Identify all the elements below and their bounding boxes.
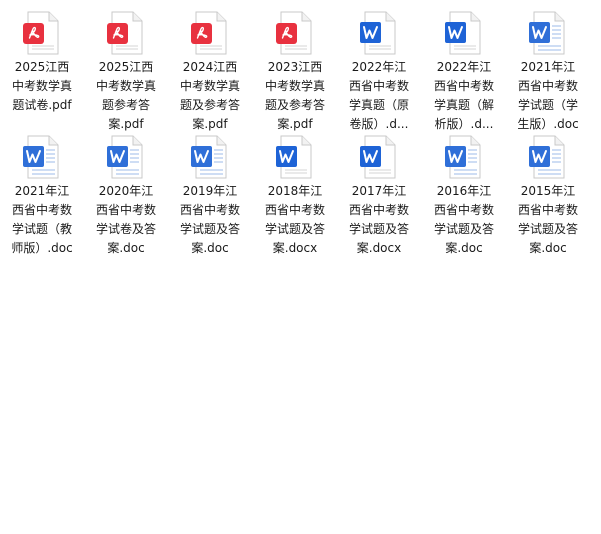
file-name-line: 案.doc: [445, 241, 483, 255]
word-file-icon: [337, 134, 421, 180]
file-name-line: 学真题（原: [348, 98, 409, 112]
file-name-line: 西省中考数: [433, 79, 494, 93]
file-name-line: 案.pdf: [108, 117, 144, 131]
file-item[interactable]: 2022年江 西省中考数学真题（原卷版）.d...: [337, 10, 421, 134]
file-item[interactable]: 2024江西 中考数学真题及参考答案.pdf: [168, 10, 252, 134]
file-name-line: 中考数学真: [95, 79, 156, 93]
pdf-file-icon: [0, 10, 84, 56]
file-name-line: 西省中考数: [95, 203, 156, 217]
file-name-line: 学试题及答: [179, 222, 240, 236]
file-name-line: 西省中考数: [179, 203, 240, 217]
file-name-line: 2019年江: [182, 184, 238, 198]
file-name-line: 西省中考数: [264, 203, 325, 217]
file-item[interactable]: 2021年江 西省中考数学试题（教师版）.doc: [0, 134, 84, 258]
file-name-line: 题参考答: [101, 98, 150, 112]
word-doc-file-icon: [0, 134, 84, 180]
file-name-line: 西省中考数: [517, 203, 578, 217]
file-name-line: 西省中考数: [348, 203, 409, 217]
file-name-line: 案.doc: [107, 241, 145, 255]
file-name-line: 学试题（教: [11, 222, 72, 236]
file-name-label: 2025江西 中考数学真题参考答案.pdf: [84, 58, 168, 134]
file-name-line: 西省中考数: [517, 79, 578, 93]
file-name-line: 卷版）.d...: [349, 117, 409, 131]
file-name-line: 学试题及答: [348, 222, 409, 236]
file-name-line: 西省中考数: [433, 203, 494, 217]
file-name-line: 学试卷及答: [95, 222, 156, 236]
file-name-line: 2022年江: [351, 60, 407, 74]
file-name-line: 中考数学真: [264, 79, 325, 93]
file-item[interactable]: 2021年江 西省中考数学试题（学生版）.doc: [506, 10, 590, 134]
file-name-line: 案.docx: [356, 241, 402, 255]
word-doc-file-icon: [506, 134, 590, 180]
file-item[interactable]: 2020年江 西省中考数学试卷及答案.doc: [84, 134, 168, 258]
file-name-line: 2024江西: [182, 60, 238, 74]
file-name-line: 案.pdf: [277, 117, 313, 131]
file-name-line: 师版）.doc: [11, 241, 73, 255]
file-name-label: 2017年江 西省中考数学试题及答案.docx: [337, 182, 421, 258]
file-item[interactable]: 2022年江 西省中考数学真题（解析版）.d...: [422, 10, 506, 134]
file-name-line: 2016年江: [436, 184, 492, 198]
file-item[interactable]: 2016年江 西省中考数学试题及答案.doc: [422, 134, 506, 258]
file-name-line: 学试题及答: [264, 222, 325, 236]
file-name-line: 中考数学真: [11, 79, 72, 93]
file-item[interactable]: 2018年江 西省中考数学试题及答案.docx: [253, 134, 337, 258]
file-name-line: 案.docx: [272, 241, 318, 255]
pdf-file-icon: [84, 10, 168, 56]
file-name-line: 2018年江: [267, 184, 323, 198]
file-name-line: 西省中考数: [11, 203, 72, 217]
file-name-line: 2021年江: [14, 184, 70, 198]
file-name-label: 2024江西 中考数学真题及参考答案.pdf: [168, 58, 252, 134]
file-name-line: 学试题及答: [433, 222, 494, 236]
file-item[interactable]: 2025江西 中考数学真题参考答案.pdf: [84, 10, 168, 134]
word-doc-file-icon: [84, 134, 168, 180]
file-name-line: 2025江西: [14, 60, 70, 74]
word-file-icon: [253, 134, 337, 180]
file-item[interactable]: 2017年江 西省中考数学试题及答案.docx: [337, 134, 421, 258]
pdf-file-icon: [168, 10, 252, 56]
word-doc-file-icon: [168, 134, 252, 180]
file-name-line: 2022年江: [436, 60, 492, 74]
file-name-line: 析版）.d...: [434, 117, 494, 131]
file-name-line: 案.doc: [529, 241, 567, 255]
file-name-line: 2023江西: [267, 60, 323, 74]
word-file-icon: [337, 10, 421, 56]
file-name-label: 2018年江 西省中考数学试题及答案.docx: [253, 182, 337, 258]
file-name-line: 题及参考答: [179, 98, 240, 112]
file-name-label: 2020年江 西省中考数学试卷及答案.doc: [84, 182, 168, 258]
file-name-label: 2021年江 西省中考数学试题（学生版）.doc: [506, 58, 590, 134]
pdf-file-icon: [253, 10, 337, 56]
file-item[interactable]: 2023江西 中考数学真题及参考答案.pdf: [253, 10, 337, 134]
word-doc-file-icon: [506, 10, 590, 56]
file-name-line: 2017年江: [351, 184, 407, 198]
file-name-line: 2015年江: [520, 184, 576, 198]
file-item[interactable]: 2015年江 西省中考数学试题及答案.doc: [506, 134, 590, 258]
file-name-line: 中考数学真: [179, 79, 240, 93]
file-name-line: 2020年江: [98, 184, 154, 198]
file-name-line: 题试卷.pdf: [12, 98, 72, 112]
file-name-line: 学真题（解: [433, 98, 494, 112]
word-file-icon: [422, 10, 506, 56]
file-name-label: 2025江西 中考数学真题试卷.pdf: [0, 58, 84, 115]
file-grid: 2025江西 中考数学真 题试卷.pdf 2025江西 中考数学真 题参考答 案.pdf …: [0, 0, 601, 534]
file-name-line: 学试题及答: [517, 222, 578, 236]
file-name-line: 2025江西: [98, 60, 154, 74]
file-name-line: 2021年江: [520, 60, 576, 74]
file-name-line: 学试题（学: [517, 98, 578, 112]
file-name-label: 2022年江 西省中考数学真题（解析版）.d...: [422, 58, 506, 134]
file-name-line: 案.doc: [191, 241, 229, 255]
file-name-line: 案.pdf: [192, 117, 228, 131]
file-name-line: 西省中考数: [348, 79, 409, 93]
file-name-line: 生版）.doc: [517, 117, 579, 131]
file-name-label: 2021年江 西省中考数学试题（教师版）.doc: [0, 182, 84, 258]
file-item[interactable]: 2025江西 中考数学真题试卷.pdf: [0, 10, 84, 115]
file-name-label: 2015年江 西省中考数学试题及答案.doc: [506, 182, 590, 258]
file-name-line: 题及参考答: [264, 98, 325, 112]
file-item[interactable]: 2019年江 西省中考数学试题及答案.doc: [168, 134, 252, 258]
file-name-label: 2023江西 中考数学真题及参考答案.pdf: [253, 58, 337, 134]
file-name-label: 2022年江 西省中考数学真题（原卷版）.d...: [337, 58, 421, 134]
file-name-label: 2016年江 西省中考数学试题及答案.doc: [422, 182, 506, 258]
file-name-label: 2019年江 西省中考数学试题及答案.doc: [168, 182, 252, 258]
word-doc-file-icon: [422, 134, 506, 180]
